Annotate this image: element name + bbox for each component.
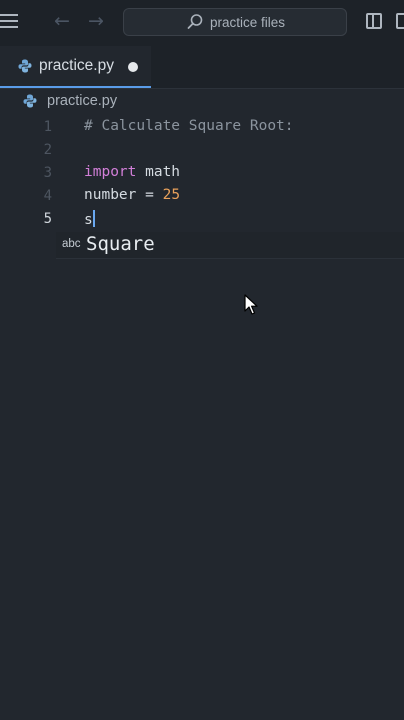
code-text: number = 25 — [84, 187, 180, 203]
keyword-token: import — [84, 164, 137, 180]
python-icon — [18, 59, 32, 73]
arrow-right-icon[interactable]: → — [88, 10, 104, 32]
unsaved-dot-icon[interactable] — [128, 62, 138, 72]
number-token: 25 — [162, 187, 181, 203]
code-text: s — [84, 210, 95, 228]
identifier-token: number — [84, 187, 137, 203]
breadcrumb: practice.py — [0, 88, 404, 114]
line-number: 2 — [43, 142, 52, 158]
search-text: practice files — [210, 15, 286, 30]
code-text: import math — [84, 164, 180, 180]
line-number: 1 — [43, 119, 52, 135]
tab-label: practice.py — [39, 57, 114, 74]
code-line-current[interactable]: 5 s — [0, 208, 404, 231]
menu-icon[interactable] — [0, 14, 18, 30]
command-center-search[interactable]: practice files — [123, 8, 347, 36]
code-line[interactable]: 2 — [0, 139, 404, 162]
panel-layout-icon[interactable] — [396, 13, 404, 29]
tab-practice-py[interactable]: practice.py — [0, 46, 151, 88]
identifier-token: math — [136, 164, 181, 180]
search-icon — [187, 14, 203, 29]
suggestion-label: Square — [86, 233, 155, 255]
line-number: 3 — [43, 165, 52, 181]
code-line[interactable]: 1 # Calculate Square Root: — [0, 116, 404, 139]
text-caret — [92, 210, 95, 227]
arrow-left-icon[interactable]: ← — [54, 10, 70, 32]
sidebar-layout-icon[interactable] — [366, 13, 382, 29]
title-bar: ← → practice files — [0, 0, 404, 46]
code-text: # Calculate Square Root: — [84, 118, 294, 134]
suggestion-item[interactable]: abc Square — [56, 232, 404, 259]
code-line[interactable]: 3 import math — [0, 162, 404, 185]
line-number: 5 — [43, 211, 52, 227]
text-kind-icon: abc — [62, 238, 81, 250]
python-icon — [23, 94, 37, 108]
line-number: 4 — [43, 188, 52, 204]
breadcrumb-file[interactable]: practice.py — [47, 93, 117, 109]
code-editor[interactable]: 1 # Calculate Square Root: 2 3 import ma… — [0, 114, 404, 720]
tab-bar: practice.py — [0, 46, 404, 89]
mouse-pointer-icon — [244, 294, 258, 315]
code-line[interactable]: 4 number = 25 — [0, 185, 404, 208]
typed-text: s — [84, 212, 93, 228]
operator-token: = — [136, 187, 163, 203]
